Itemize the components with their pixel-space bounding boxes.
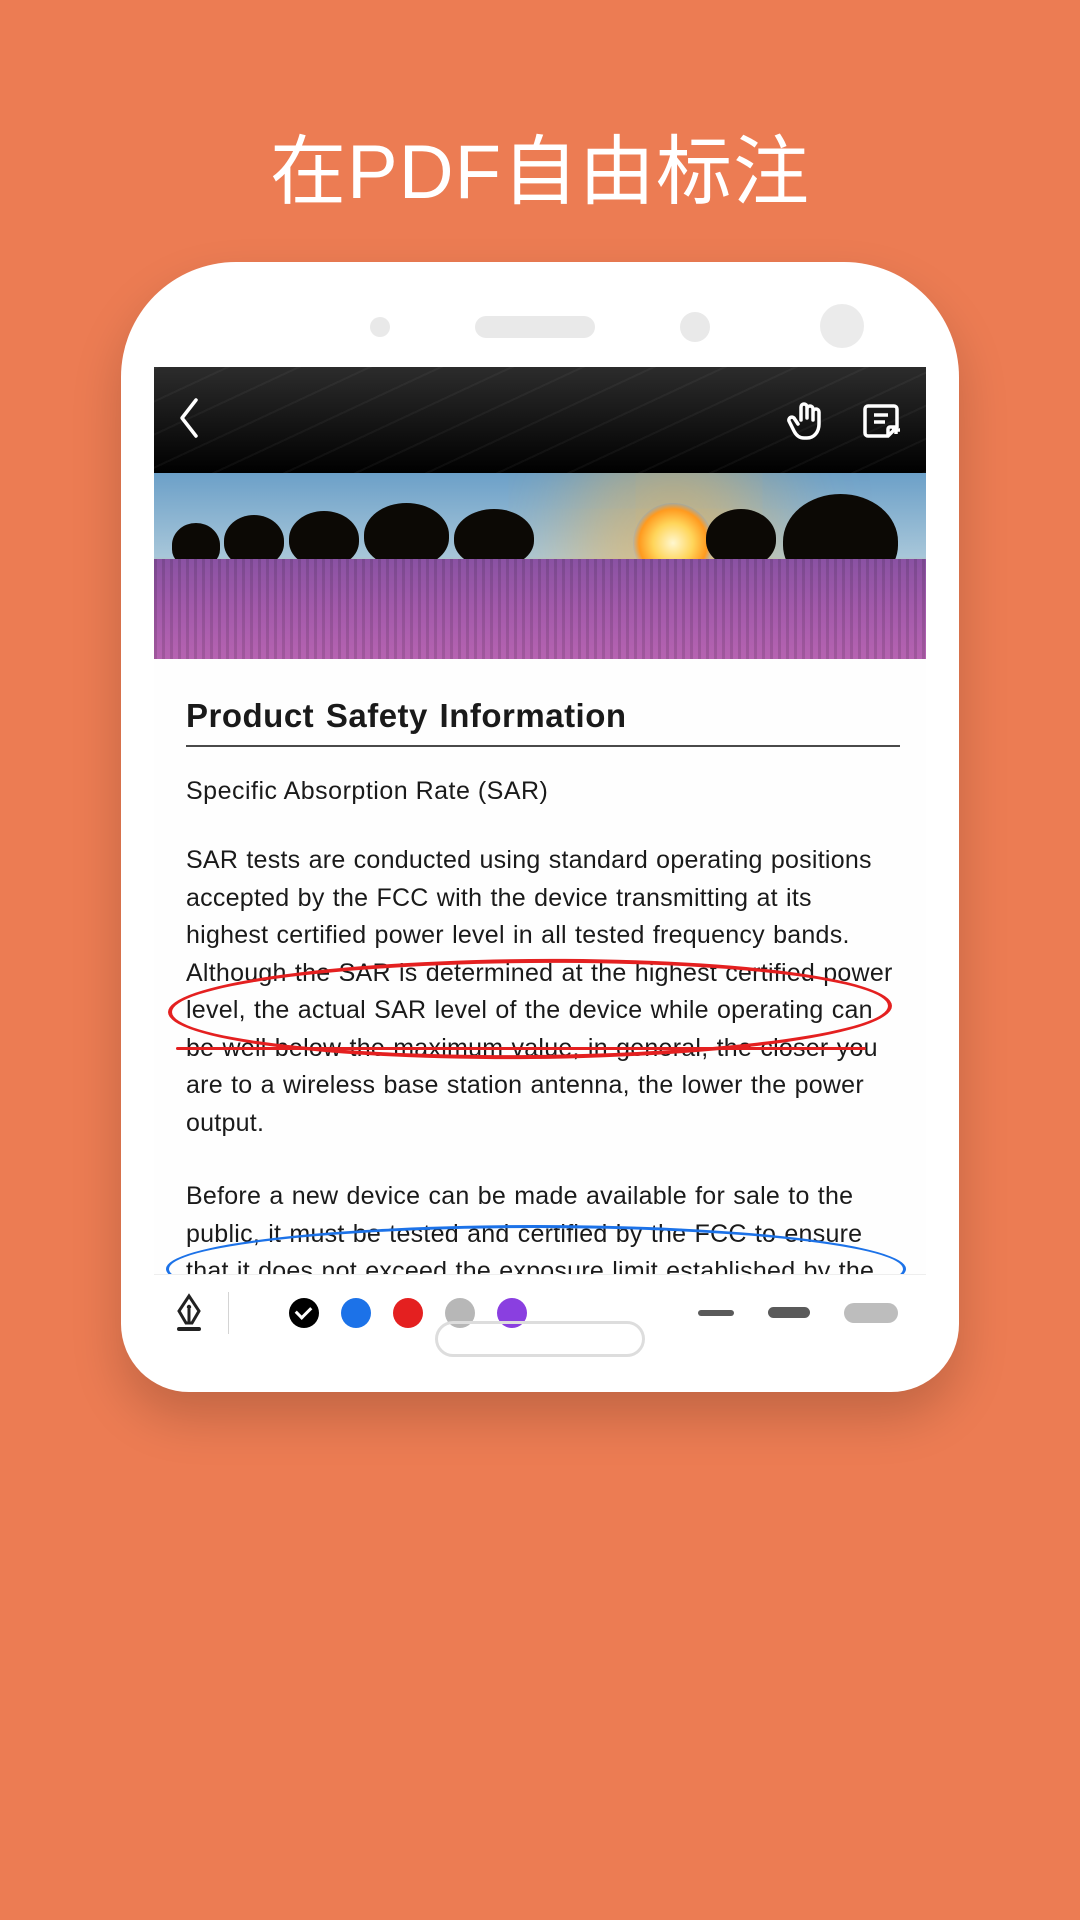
document-title: Product Safety Information [186, 697, 900, 747]
hand-tool-button[interactable] [784, 397, 830, 443]
document-paragraph: SAR tests are conducted using standard o… [186, 842, 900, 1142]
phone-camera-dot [820, 304, 864, 348]
app-header [154, 367, 926, 473]
app-screen: Product Safety Information Specific Abso… [154, 367, 926, 1350]
note-add-icon [861, 400, 901, 440]
phone-frame: Product Safety Information Specific Abso… [121, 262, 959, 1392]
marketing-headline: 在PDF自由标注 [0, 110, 1080, 220]
color-swatch-red[interactable] [393, 1298, 423, 1328]
stroke-thin[interactable] [698, 1310, 734, 1316]
color-swatch-blue[interactable] [341, 1298, 371, 1328]
back-button[interactable] [176, 396, 204, 445]
document-hero-image [154, 473, 926, 659]
stroke-thick[interactable] [844, 1303, 898, 1323]
hand-pointer-icon [787, 398, 827, 442]
color-swatch-black[interactable] [289, 1298, 319, 1328]
chevron-left-icon [176, 396, 204, 440]
toolbar-divider [228, 1292, 229, 1334]
stroke-width-picker [698, 1303, 898, 1323]
phone-speaker [370, 312, 710, 342]
annotation-red-strike[interactable] [176, 1047, 866, 1050]
fountain-pen-icon [172, 1293, 206, 1333]
document-subtitle: Specific Absorption Rate (SAR) [186, 777, 900, 806]
add-note-button[interactable] [858, 397, 904, 443]
phone-home-button [435, 1321, 645, 1357]
document-body[interactable]: Product Safety Information Specific Abso… [154, 659, 926, 1329]
stroke-medium[interactable] [768, 1307, 810, 1318]
pen-tool-button[interactable] [170, 1294, 208, 1332]
